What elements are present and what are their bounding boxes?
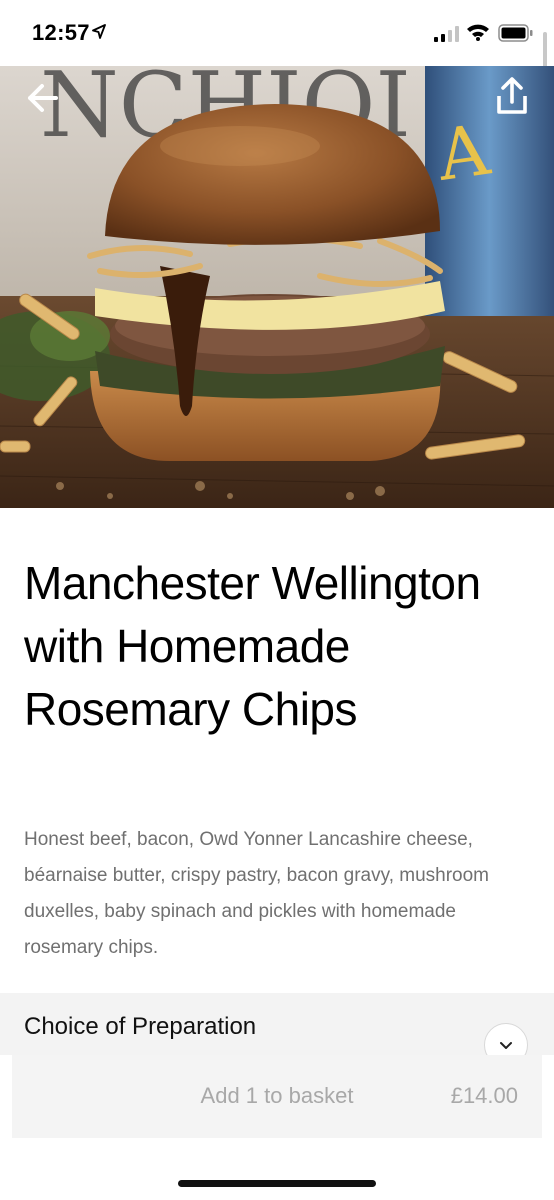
- burger-photo: NCHIOI A: [0, 66, 554, 508]
- share-upload-icon[interactable]: [492, 76, 532, 116]
- item-hero-image: NCHIOI A: [0, 66, 554, 508]
- choice-section-title: Choice of Preparation: [24, 1013, 257, 1040]
- chevron-down-icon: [500, 1042, 512, 1049]
- add-to-basket-button[interactable]: Add 1 to basket £14.00: [12, 1055, 542, 1138]
- location-arrow-icon: [92, 24, 106, 39]
- wifi-icon: [467, 24, 489, 41]
- battery-icon: [498, 24, 533, 42]
- status-time: 12:57: [32, 20, 90, 45]
- basket-price: £14.00: [450, 1083, 518, 1108]
- home-indicator[interactable]: [178, 1180, 376, 1187]
- item-description: Honest beef, bacon, Owd Yonner Lancashir…: [24, 829, 490, 958]
- cellular-signal-icon: [434, 26, 459, 42]
- basket-bar: Add 1 to basket £14.00: [0, 1055, 554, 1200]
- item-title: Manchester Wellington with Homemade Rose…: [24, 557, 481, 735]
- status-bar: 12:57: [0, 0, 554, 78]
- back-arrow-icon[interactable]: [24, 80, 64, 116]
